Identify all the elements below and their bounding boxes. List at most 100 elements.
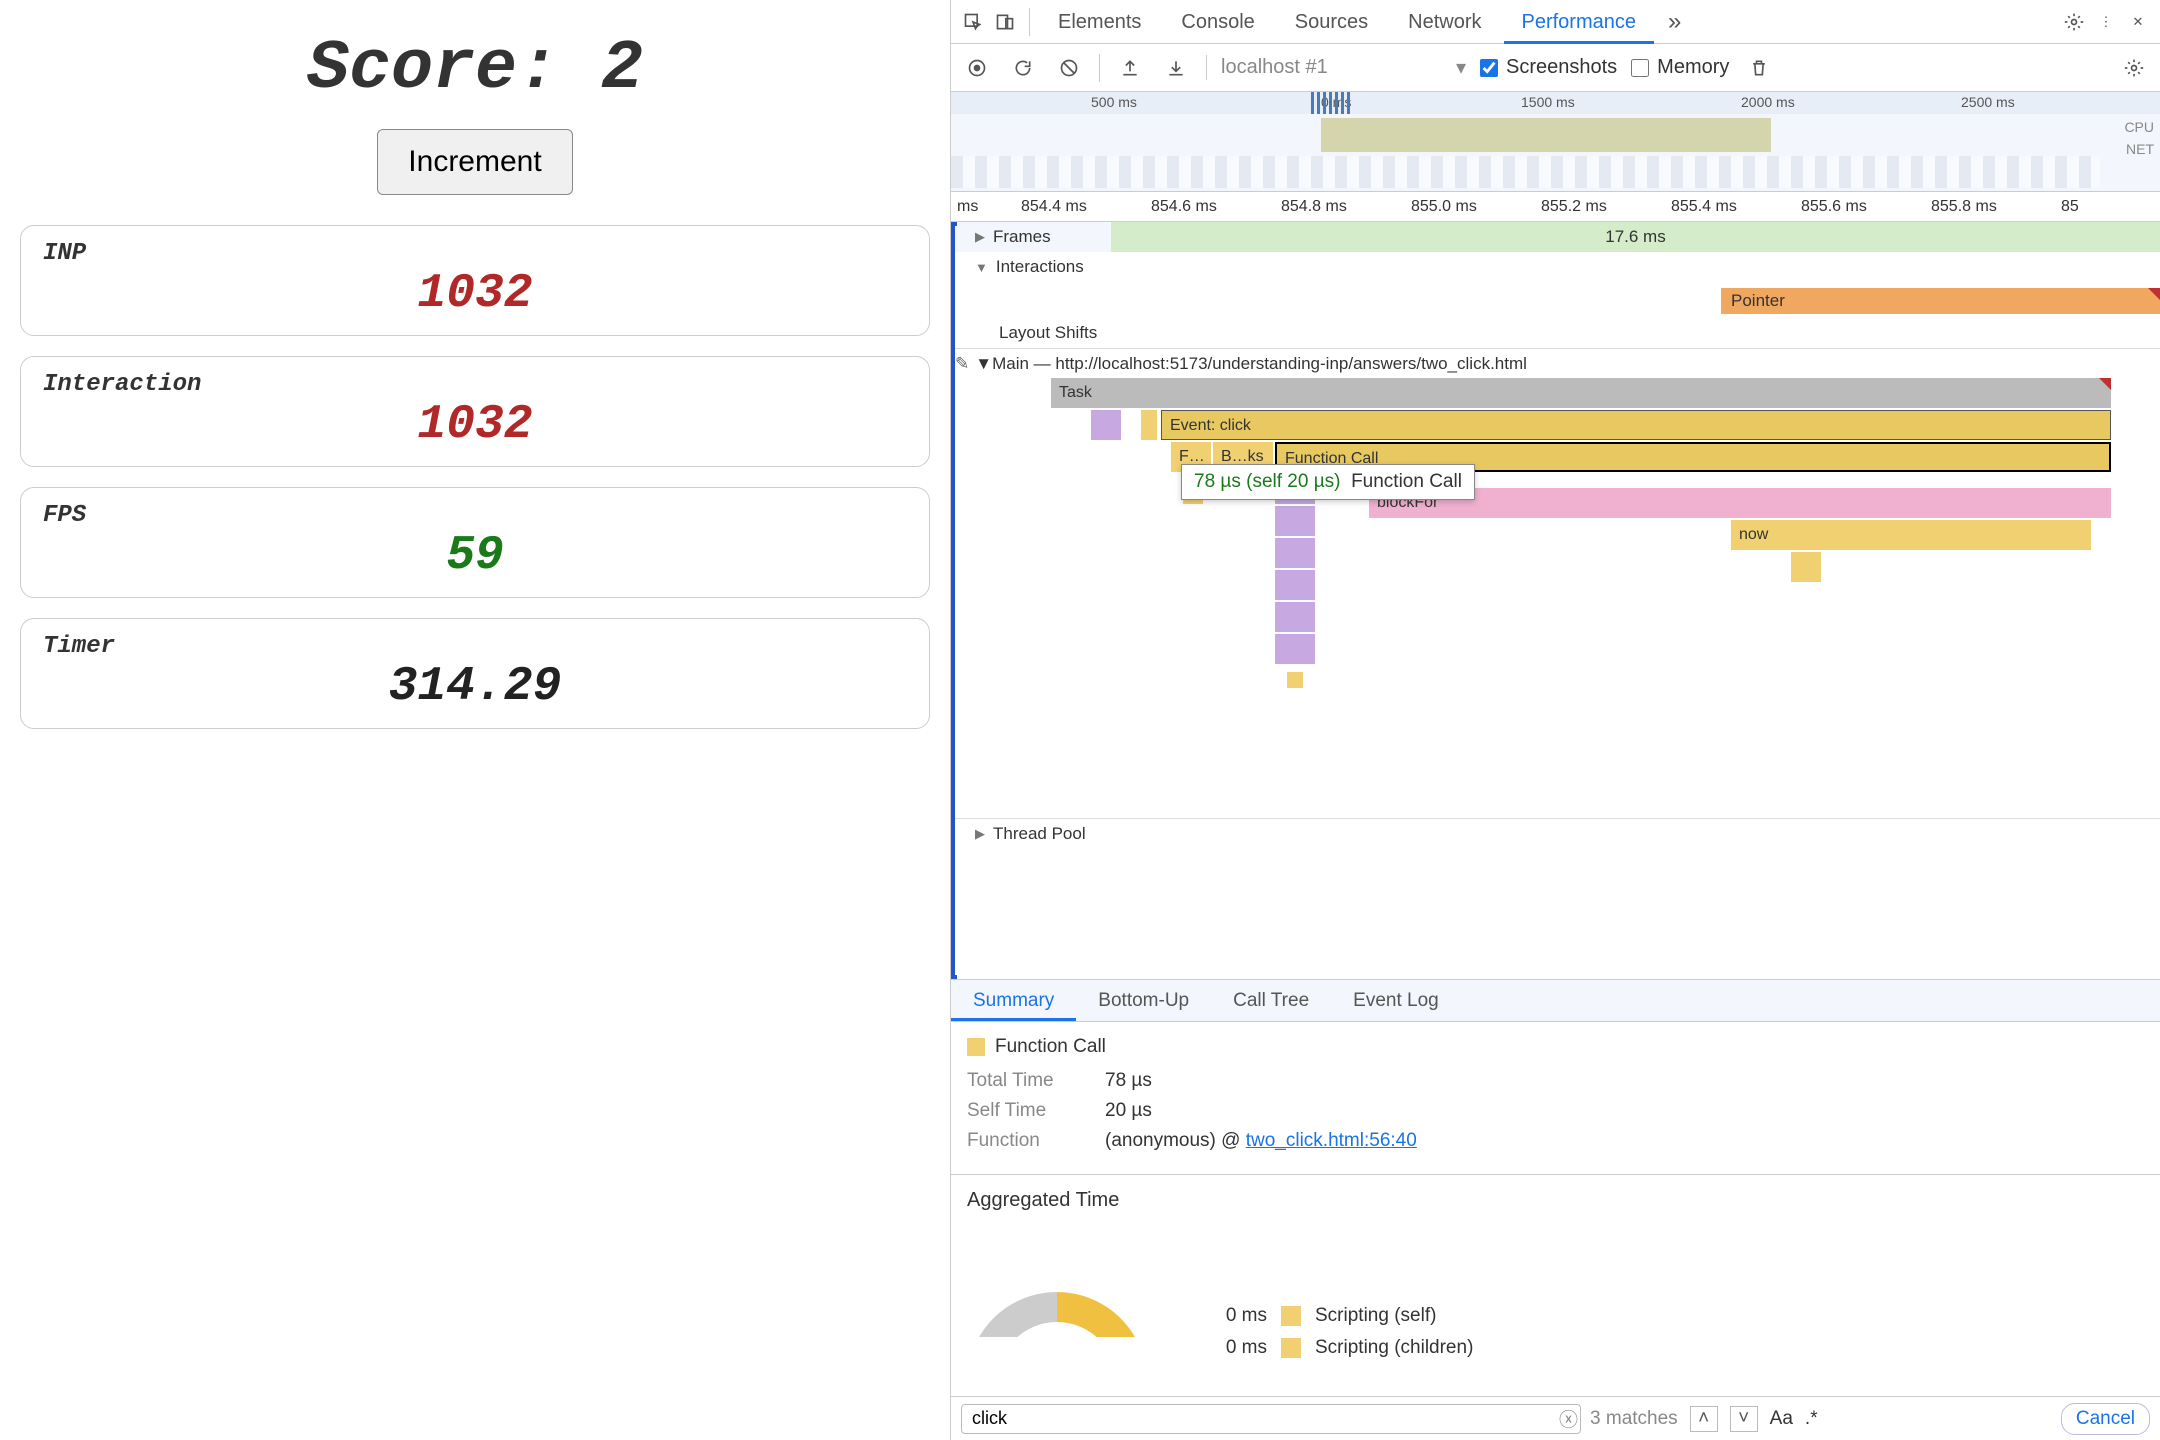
profile-selector[interactable]: localhost #1 ▾ [1206, 55, 1466, 80]
flame-bar[interactable] [1275, 570, 1315, 600]
memory-checkbox[interactable]: Memory [1631, 56, 1729, 79]
reload-record-button[interactable] [1007, 52, 1039, 84]
tab-bottom-up[interactable]: Bottom-Up [1076, 980, 1211, 1021]
card-interaction-value: 1032 [43, 398, 907, 452]
inspect-icon[interactable] [959, 8, 987, 36]
overview-selection-marker[interactable] [1311, 92, 1351, 114]
interaction-pointer-bar[interactable]: Pointer [1721, 288, 2160, 314]
source-link[interactable]: two_click.html:56:40 [1246, 1130, 1417, 1151]
regex-toggle[interactable]: .* [1805, 1408, 1818, 1430]
flame-bar[interactable] [1275, 602, 1315, 632]
gear-icon[interactable] [2060, 8, 2088, 36]
tabs-overflow-icon[interactable]: » [1658, 8, 1691, 36]
trash-icon[interactable] [1743, 52, 1775, 84]
flame-bar[interactable] [1091, 410, 1121, 440]
flame-bar[interactable] [1287, 672, 1303, 688]
tab-call-tree[interactable]: Call Tree [1211, 980, 1331, 1021]
search-matches: 3 matches [1590, 1408, 1678, 1430]
tab-performance[interactable]: Performance [1504, 0, 1655, 44]
device-icon[interactable] [991, 8, 1019, 36]
agg-time: 0 ms [1207, 1305, 1267, 1327]
overview-timeline[interactable]: 500 ms 0 ms 1500 ms 2000 ms 2500 ms CPU … [951, 92, 2160, 192]
case-toggle[interactable]: Aa [1770, 1408, 1793, 1430]
total-time-value: 78 µs [1105, 1070, 1152, 1092]
flame-bar[interactable] [1141, 410, 1157, 440]
expand-icon[interactable]: ▶ [975, 229, 985, 245]
search-bar: ⓧ 3 matches ˄ ˅ Aa .* Cancel [951, 1396, 2160, 1440]
devtools-tabbar: Elements Console Sources Network Perform… [951, 0, 2160, 44]
main-track-header[interactable]: ✎ ▼ Main — http://localhost:5173/underst… [951, 348, 2160, 378]
agg-time: 0 ms [1207, 1337, 1267, 1359]
frames-bar[interactable]: 17.6 ms [1111, 222, 2160, 252]
layout-shifts-label: Layout Shifts [999, 323, 1097, 343]
frames-label: Frames [993, 227, 1051, 247]
card-fps: FPS 59 [20, 487, 930, 598]
aggregated-panel: Aggregated Time 0 msScripting (self) 0 m… [951, 1175, 2160, 1396]
overview-cpu-bar [1321, 118, 1771, 152]
flame-bar[interactable] [1275, 634, 1315, 664]
summary-title: Function Call [995, 1036, 1106, 1058]
close-icon[interactable]: ✕ [2124, 8, 2152, 36]
tab-network[interactable]: Network [1390, 0, 1499, 44]
main-track-label: Main — http://localhost:5173/understandi… [992, 354, 1527, 374]
donut-chart [967, 1292, 1147, 1382]
chevron-down-icon: ▾ [1456, 55, 1466, 80]
card-timer-value: 314.29 [43, 660, 907, 714]
color-swatch [1281, 1306, 1301, 1326]
flame-bar[interactable] [1275, 538, 1315, 568]
collapse-icon[interactable]: ▼ [975, 260, 988, 275]
pencil-icon[interactable]: ✎ [955, 354, 969, 374]
kebab-icon[interactable]: ⋮ [2092, 8, 2120, 36]
flame-now[interactable]: now [1731, 520, 2091, 550]
app-panel: Score: 2 Increment INP 1032 Interaction … [0, 0, 950, 1440]
flame-bar[interactable] [1791, 552, 1821, 582]
tab-elements[interactable]: Elements [1040, 0, 1159, 44]
expand-icon[interactable]: ▶ [975, 826, 985, 842]
flame-event-click[interactable]: Event: click [1161, 410, 2111, 440]
profile-selector-label: localhost #1 [1221, 56, 1328, 79]
flame-blockfor[interactable]: blockFor [1369, 488, 2111, 518]
summary-panel: Function Call Total Time78 µs Self Time2… [951, 1022, 2160, 1175]
tab-event-log[interactable]: Event Log [1331, 980, 1461, 1021]
flame-chart[interactable]: Task Event: click F… B…ks Function Call … [951, 378, 2160, 818]
score-label: Score: [307, 30, 559, 109]
interactions-label: Interactions [996, 257, 1084, 277]
card-inp-value: 1032 [43, 267, 907, 321]
screenshots-checkbox[interactable]: Screenshots [1480, 56, 1617, 79]
upload-icon[interactable] [1114, 52, 1146, 84]
collapse-icon[interactable]: ▼ [975, 354, 992, 374]
capture-settings-icon[interactable] [2118, 52, 2150, 84]
card-inp-label: INP [43, 240, 907, 267]
flame-task[interactable]: Task [1051, 378, 2111, 408]
search-prev-button[interactable]: ˄ [1690, 1406, 1718, 1432]
record-button[interactable] [961, 52, 993, 84]
agg-label: Scripting (self) [1315, 1305, 1436, 1327]
search-input[interactable] [961, 1404, 1581, 1434]
self-time-value: 20 µs [1105, 1100, 1152, 1122]
card-timer-label: Timer [43, 633, 907, 660]
search-next-button[interactable]: ˅ [1730, 1406, 1758, 1432]
color-swatch [967, 1038, 985, 1056]
increment-button[interactable]: Increment [377, 129, 572, 195]
card-inp: INP 1032 [20, 225, 930, 336]
download-icon[interactable] [1160, 52, 1192, 84]
card-interaction: Interaction 1032 [20, 356, 930, 467]
tab-console[interactable]: Console [1163, 0, 1272, 44]
flame-bar[interactable] [1275, 506, 1315, 536]
card-interaction-label: Interaction [43, 371, 907, 398]
tab-sources[interactable]: Sources [1277, 0, 1386, 44]
search-cancel-button[interactable]: Cancel [2061, 1403, 2150, 1435]
overview-tick: 2500 ms [1961, 94, 2015, 110]
overview-tick: 2000 ms [1741, 94, 1795, 110]
perf-toolbar: localhost #1 ▾ Screenshots Memory [951, 44, 2160, 92]
detail-tabs: Summary Bottom-Up Call Tree Event Log [951, 980, 2160, 1022]
flame-ruler[interactable]: ms 854.4 ms 854.6 ms 854.8 ms 855.0 ms 8… [951, 192, 2160, 222]
overview-net-bar [951, 156, 2100, 188]
clear-search-icon[interactable]: ⓧ [1559, 1405, 1578, 1432]
tab-summary[interactable]: Summary [951, 980, 1076, 1021]
tracks-area[interactable]: ▶ Frames 17.6 ms ▼ Interactions Pointer La… [951, 222, 2160, 980]
overview-labels: CPU NET [2124, 116, 2154, 160]
color-swatch [1281, 1338, 1301, 1358]
clear-button[interactable] [1053, 52, 1085, 84]
overview-tick: 1500 ms [1521, 94, 1575, 110]
